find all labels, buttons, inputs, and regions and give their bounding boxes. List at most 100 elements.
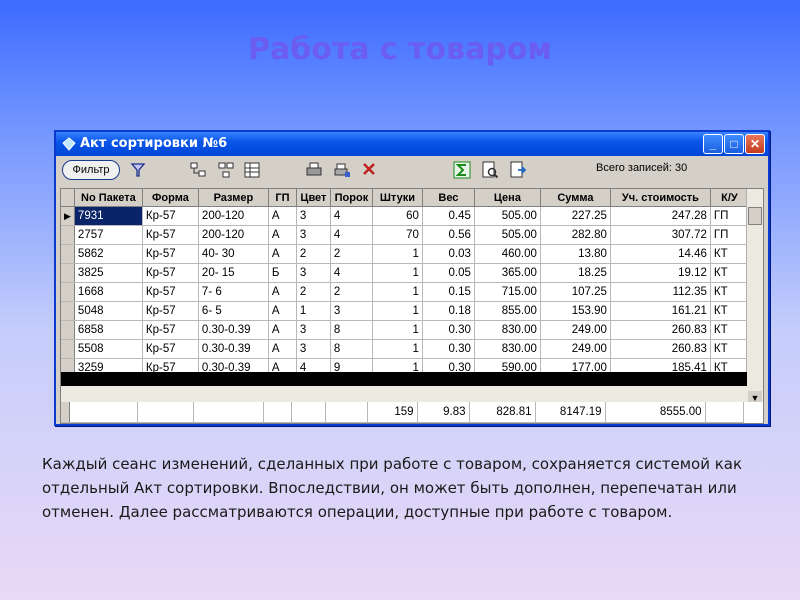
col-header[interactable]: ГП — [268, 189, 297, 207]
table-cell[interactable]: Кр-57 — [142, 282, 199, 302]
table-cell[interactable]: 227.25 — [540, 206, 611, 226]
grid-icon[interactable] — [242, 160, 262, 180]
table-cell[interactable]: 161.21 — [610, 301, 711, 321]
table-cell[interactable]: Кр-57 — [142, 263, 199, 283]
table-cell[interactable]: 8 — [330, 339, 373, 359]
window-titlebar[interactable]: Акт сортировки №6 _ □ ✕ — [56, 132, 768, 156]
table-cell[interactable]: КТ — [710, 282, 749, 302]
table-cell[interactable]: 830.00 — [474, 339, 541, 359]
table-cell[interactable]: 1 — [372, 263, 423, 283]
row-indicator[interactable] — [61, 320, 75, 340]
table-cell[interactable]: 20- 15 — [198, 263, 269, 283]
table-cell[interactable]: 0.30 — [422, 339, 475, 359]
table-row[interactable]: 3825 Кр-57 20- 15 Б 3 4 1 0.05 365.00 18.25 19.12 К… — [61, 263, 749, 283]
table-cell[interactable]: 0.30-0.39 — [198, 339, 269, 359]
col-header[interactable]: Цена — [474, 189, 541, 207]
table-cell[interactable]: 260.83 — [610, 320, 711, 340]
table-cell[interactable]: 1 — [372, 320, 423, 340]
table-cell[interactable]: 855.00 — [474, 301, 541, 321]
table-cell[interactable]: 1 — [372, 282, 423, 302]
col-header[interactable]: Форма — [142, 189, 199, 207]
table-cell[interactable]: 715.00 — [474, 282, 541, 302]
table-cell[interactable]: ГП — [710, 225, 749, 245]
table-cell[interactable]: 460.00 — [474, 244, 541, 264]
table-cell[interactable]: 0.18 — [422, 301, 475, 321]
table-cell[interactable]: 2 — [296, 244, 331, 264]
table-cell[interactable]: 505.00 — [474, 206, 541, 226]
table-cell[interactable]: А — [268, 320, 297, 340]
col-header[interactable]: Размер — [198, 189, 269, 207]
table-cell[interactable]: КТ — [710, 320, 749, 340]
scrollbar-thumb[interactable] — [748, 207, 762, 225]
table-cell[interactable]: 260.83 — [610, 339, 711, 359]
minimize-button[interactable]: _ — [703, 134, 723, 154]
row-indicator[interactable] — [61, 263, 75, 283]
table-cell[interactable]: Кр-57 — [142, 225, 199, 245]
tree-add-icon[interactable] — [216, 160, 236, 180]
sum-icon[interactable] — [452, 160, 472, 180]
table-cell[interactable]: 3 — [296, 339, 331, 359]
horizontal-scrollbar[interactable] — [61, 386, 747, 402]
table-cell[interactable]: 3825 — [74, 263, 143, 283]
export-icon[interactable] — [508, 160, 528, 180]
col-header[interactable]: Сумма — [540, 189, 611, 207]
table-cell[interactable]: А — [268, 244, 297, 264]
table-cell[interactable]: 505.00 — [474, 225, 541, 245]
print-preview-icon[interactable] — [332, 160, 352, 180]
table-cell[interactable]: 1 — [296, 301, 331, 321]
table-cell[interactable]: 2757 — [74, 225, 143, 245]
row-indicator[interactable] — [61, 339, 75, 359]
col-header[interactable]: К/У — [710, 189, 749, 207]
table-cell[interactable]: 7931 — [74, 206, 143, 226]
table-row[interactable]: 5508 Кр-57 0.30-0.39 А 3 8 1 0.30 830.00 249.00 26… — [61, 339, 749, 359]
edit-delete-icon[interactable] — [360, 160, 380, 180]
table-cell[interactable]: 70 — [372, 225, 423, 245]
table-cell[interactable]: 3 — [296, 263, 331, 283]
row-indicator[interactable] — [61, 301, 75, 321]
table-cell[interactable]: 3 — [296, 320, 331, 340]
table-cell[interactable]: 0.15 — [422, 282, 475, 302]
table-cell[interactable]: Кр-57 — [142, 339, 199, 359]
table-cell[interactable]: 200-120 — [198, 206, 269, 226]
table-cell[interactable]: 153.90 — [540, 301, 611, 321]
table-row[interactable]: 2757 Кр-57 200-120 А 3 4 70 0.56 505.00 282.80 307… — [61, 225, 749, 245]
print-icon[interactable] — [304, 160, 324, 180]
table-cell[interactable]: 307.72 — [610, 225, 711, 245]
table-cell[interactable]: 0.30 — [422, 320, 475, 340]
row-indicator[interactable] — [61, 244, 75, 264]
table-cell[interactable]: 4 — [330, 206, 373, 226]
table-cell[interactable]: 1 — [372, 244, 423, 264]
table-cell[interactable]: 107.25 — [540, 282, 611, 302]
table-cell[interactable]: КТ — [710, 263, 749, 283]
col-header[interactable]: Штуки — [372, 189, 423, 207]
table-cell[interactable]: 2 — [330, 282, 373, 302]
table-cell[interactable]: А — [268, 282, 297, 302]
vertical-scrollbar[interactable]: ▼ — [746, 189, 763, 407]
col-header[interactable]: Уч. стоимость — [610, 189, 711, 207]
row-indicator[interactable] — [61, 282, 75, 302]
filter-button[interactable]: Фильтр — [62, 160, 120, 180]
table-cell[interactable]: 6- 5 — [198, 301, 269, 321]
funnel-icon[interactable] — [128, 160, 148, 180]
table-cell[interactable]: 5508 — [74, 339, 143, 359]
table-cell[interactable]: Кр-57 — [142, 320, 199, 340]
col-header[interactable]: Цвет — [296, 189, 331, 207]
table-cell[interactable]: 8 — [330, 320, 373, 340]
table-cell[interactable]: 3 — [330, 301, 373, 321]
col-header[interactable]: Порок — [330, 189, 373, 207]
table-cell[interactable]: 14.46 — [610, 244, 711, 264]
row-indicator[interactable] — [61, 225, 75, 245]
table-cell[interactable]: 19.12 — [610, 263, 711, 283]
table-cell[interactable]: КТ — [710, 339, 749, 359]
table-cell[interactable]: 0.56 — [422, 225, 475, 245]
table-cell[interactable]: Кр-57 — [142, 244, 199, 264]
table-cell[interactable]: 2 — [296, 282, 331, 302]
table-cell[interactable]: А — [268, 339, 297, 359]
table-cell[interactable]: 249.00 — [540, 339, 611, 359]
table-cell[interactable]: 3 — [296, 225, 331, 245]
table-cell[interactable]: 4 — [330, 263, 373, 283]
table-cell[interactable]: 112.35 — [610, 282, 711, 302]
maximize-button[interactable]: □ — [724, 134, 744, 154]
table-cell[interactable]: 5862 — [74, 244, 143, 264]
table-cell[interactable]: 18.25 — [540, 263, 611, 283]
